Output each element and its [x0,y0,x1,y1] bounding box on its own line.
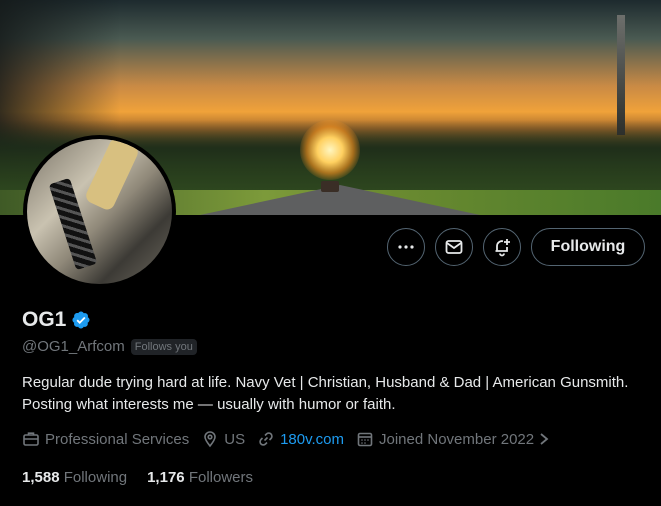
profile-location: US [201,430,245,448]
location-pin-icon [204,431,217,448]
category-label: Professional Services [45,430,190,448]
banner-road [200,185,480,215]
briefcase-icon [23,432,39,446]
profile-name-row: OG1 [22,308,91,332]
banner-car [321,181,339,192]
followers-label: Followers [188,469,253,486]
followers-number: 1,176 [147,469,185,486]
follows-you-badge: Follows you [130,338,197,355]
profile-handle: @OG1_Arfcom [22,338,125,355]
following-number: 1,588 [22,469,60,486]
link-icon [259,432,273,446]
following-label: Following [63,469,128,486]
profile-handle-row: @OG1_Arfcom Follows you [22,338,197,355]
location-label: US [224,430,246,448]
calendar-icon [357,432,373,447]
profile-website[interactable]: 180v.com [257,430,344,448]
mail-icon [445,240,463,254]
notify-button[interactable] [483,228,521,266]
more-icon [398,245,414,249]
following-button[interactable]: Following [531,228,645,266]
profile-category: Professional Services [22,430,189,448]
bell-plus-icon [495,239,510,257]
website-link[interactable]: 180v.com [280,431,344,448]
followers-count[interactable]: 1,176 Followers [147,469,253,486]
profile-meta: Professional Services US 180v.com Joined… [22,430,567,448]
following-count[interactable]: 1,588 Following [22,469,127,486]
follow-counts: 1,588 Following 1,176 Followers [22,469,273,486]
joined-label: Joined November 2022 [379,430,535,448]
profile-bio: Regular dude trying hard at life. Navy V… [22,374,629,413]
banner-pole [617,15,625,135]
message-button[interactable] [435,228,473,266]
more-button[interactable] [387,228,425,266]
profile-joined[interactable]: Joined November 2022 [356,430,555,448]
profile-actions: Following [0,228,661,268]
avatar-oil-bottle [83,139,141,213]
banner-sun [300,120,360,180]
verified-badge-icon[interactable] [71,310,91,330]
profile-name: OG1 [22,308,67,331]
chevron-right-icon [540,433,549,445]
